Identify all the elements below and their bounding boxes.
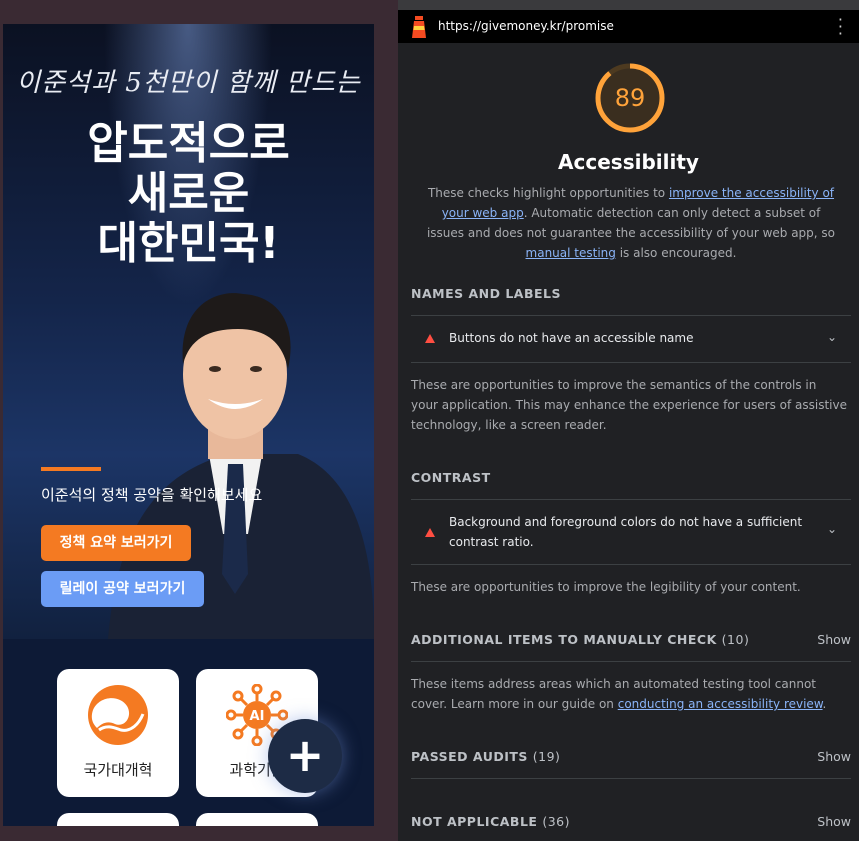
divider xyxy=(411,564,851,565)
group-description: These are opportunities to improve the l… xyxy=(411,580,801,594)
chevron-down-icon: ⌄ xyxy=(826,330,837,344)
category-card-national-reform[interactable]: 국가대개혁 xyxy=(57,669,179,797)
hero-slogan: 이준석과 5천만이 함께 만드는 xyxy=(16,68,361,98)
hero-subtitle: 이준석의 정책 공약을 확인해보세요 xyxy=(41,486,263,504)
category-card[interactable] xyxy=(196,813,318,826)
chevron-down-icon: ⌄ xyxy=(826,522,837,536)
plus-fab-button[interactable]: + xyxy=(268,719,342,793)
headline-line: 새로운 xyxy=(127,168,250,219)
fail-icon xyxy=(425,334,435,343)
accent-line xyxy=(41,467,101,471)
audit-title: Buttons do not have an accessible name xyxy=(449,331,694,345)
devtools-top-strip xyxy=(398,0,859,10)
headline-line: 대한민국! xyxy=(97,218,280,269)
hero-section: 이준석과 5천만이 함께 만드는 압도적으로 새로운 대한민국! 이준석의 정책… xyxy=(3,24,374,639)
group-title-not-applicable[interactable]: NOT APPLICABLE (36) xyxy=(411,814,570,829)
headline-line: 압도적으로 xyxy=(87,118,290,169)
card-label: 국가대개혁 xyxy=(83,761,153,779)
mobile-preview: 이준석과 5천만이 함께 만드는 압도적으로 새로운 대한민국! 이준석의 정책… xyxy=(3,24,374,826)
relay-pledge-button[interactable]: 릴레이 공약 보러가기 xyxy=(41,571,204,607)
category-title: Accessibility xyxy=(558,150,699,174)
taegeuk-icon xyxy=(88,685,148,745)
show-manual-button[interactable]: Show xyxy=(817,632,851,647)
report-url[interactable]: https://givemoney.kr/promise xyxy=(438,19,614,33)
group-title-contrast: CONTRAST xyxy=(411,470,491,485)
category-card[interactable] xyxy=(57,813,179,826)
accessibility-review-link[interactable]: conducting an accessibility review xyxy=(618,697,823,711)
divider xyxy=(411,778,851,779)
audit-title: Background and foreground colors do not … xyxy=(449,515,803,549)
fail-icon xyxy=(425,528,435,537)
policy-summary-button[interactable]: 정책 요약 보러가기 xyxy=(41,525,191,561)
audit-button-name[interactable]: Buttons do not have an accessible name ⌄ xyxy=(411,316,851,362)
lighthouse-icon xyxy=(412,16,426,38)
show-not-applicable-button[interactable]: Show xyxy=(817,814,851,829)
group-title-passed[interactable]: PASSED AUDITS (19) xyxy=(411,749,560,764)
group-description: These are opportunities to improve the s… xyxy=(411,378,847,432)
more-options-icon[interactable]: · · · xyxy=(838,12,843,42)
group-title-names-labels: NAMES AND LABELS xyxy=(411,286,562,301)
divider xyxy=(411,362,851,363)
manual-testing-link[interactable]: manual testing xyxy=(526,246,616,260)
lighthouse-report-panel: https://givemoney.kr/promise · · · 89 Acce… xyxy=(398,0,859,841)
group-title-manual[interactable]: ADDITIONAL ITEMS TO MANUALLY CHECK (10) xyxy=(411,632,749,647)
plus-icon: + xyxy=(285,728,325,782)
divider xyxy=(411,661,851,662)
svg-text:AI: AI xyxy=(250,709,265,724)
audit-color-contrast[interactable]: Background and foreground colors do not … xyxy=(411,500,851,564)
category-description: These checks highlight opportunities to … xyxy=(426,186,836,260)
report-url-bar: https://givemoney.kr/promise · · · xyxy=(398,10,859,43)
show-passed-button[interactable]: Show xyxy=(817,749,851,764)
group-description: These items address areas which an autom… xyxy=(411,677,827,711)
hero-headline: 압도적으로 새로운 대한민국! xyxy=(3,119,374,269)
score-value: 89 xyxy=(614,84,646,112)
